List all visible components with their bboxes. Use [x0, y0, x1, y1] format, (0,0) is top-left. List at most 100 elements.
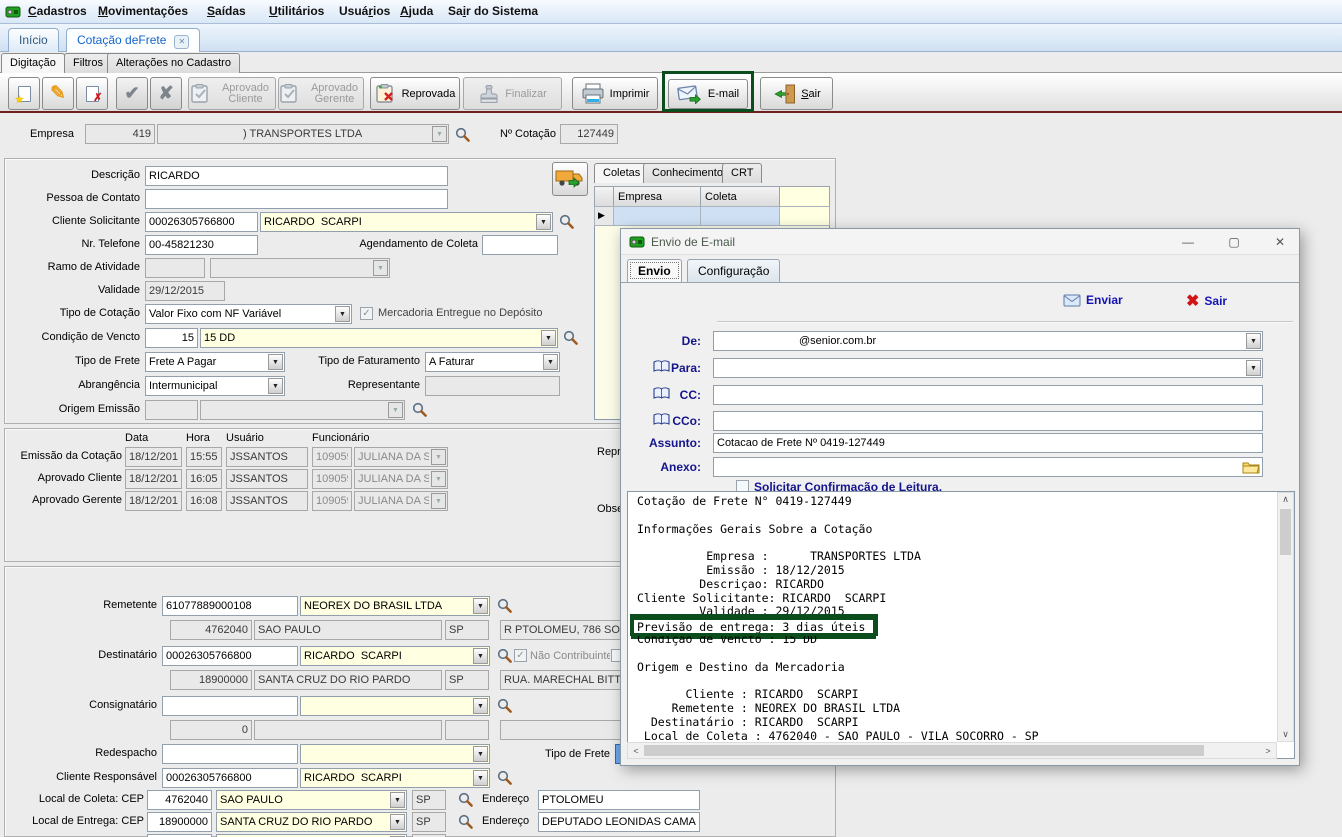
tab-alteracoes-no-cadastro[interactable]: Alterações no Cadastro — [107, 53, 240, 73]
search-icon[interactable] — [497, 598, 513, 614]
dialog-sair-button[interactable]: ✖ Sair — [1186, 291, 1227, 311]
entrega-cep-input[interactable]: 18900000 — [147, 812, 212, 832]
cc-input[interactable] — [713, 385, 1263, 405]
scroll-down-icon[interactable]: ∨ — [1278, 729, 1293, 740]
anexo-input[interactable] — [713, 457, 1263, 477]
menu-cadastros[interactable]: Cadastros — [28, 4, 87, 18]
destinatario-nome-combo[interactable]: RICARDO SCARPI▼ — [300, 646, 490, 666]
entrega-cidade-combo[interactable]: SANTA CRUZ DO RIO PARDO▼ — [216, 812, 407, 832]
coleta-endereco-input[interactable]: PTOLOMEU — [538, 790, 700, 810]
remetente-nome-combo[interactable]: NEOREX DO BRASIL LTDA▼ — [300, 596, 490, 616]
email-button[interactable]: E-mail — [668, 79, 748, 109]
horizontal-scrollbar[interactable]: < > — [627, 742, 1277, 759]
search-icon[interactable] — [458, 814, 474, 830]
chevron-down-icon[interactable]: ▼ — [1246, 360, 1261, 376]
vertical-scrollbar[interactable]: ∧ ∨ — [1277, 492, 1294, 742]
coleta-cep-input[interactable]: 4762040 — [147, 790, 212, 810]
enviar-button[interactable]: Enviar — [1063, 293, 1123, 307]
chevron-down-icon[interactable]: ▼ — [390, 814, 405, 830]
search-icon[interactable] — [497, 698, 513, 714]
search-icon[interactable] — [563, 330, 579, 346]
tab-configuracao[interactable]: Configuração — [687, 259, 780, 282]
pessoa-contato-input[interactable] — [145, 189, 448, 209]
destinatario-codigo-input[interactable]: 00026305766800 — [162, 646, 298, 666]
chevron-down-icon[interactable]: ▼ — [536, 214, 551, 230]
tab-crt[interactable]: CRT — [722, 163, 762, 183]
chevron-down-icon[interactable]: ▼ — [335, 306, 350, 322]
cliente-solicitante-codigo-input[interactable]: 00026305766800 — [145, 212, 258, 232]
sair-button[interactable]: Sair — [760, 77, 833, 110]
chevron-down-icon[interactable]: ▼ — [543, 354, 558, 370]
delete-button[interactable]: ✗ — [76, 77, 108, 110]
consignatario-nome-combo[interactable]: ▼ — [300, 696, 490, 716]
condicao-vencto-combo[interactable]: 15 DD▼ — [200, 328, 558, 348]
reprovada-button[interactable]: Reprovada — [370, 77, 460, 110]
row-marker-cell[interactable]: ▶ — [594, 206, 614, 226]
cancel-button[interactable]: ✘ — [150, 77, 182, 110]
cliente-solicitante-nome-combo[interactable]: RICARDO SCARPI▼ — [260, 212, 553, 232]
aprovado-cliente-button[interactable]: Aprovado Cliente — [188, 77, 276, 110]
consignatario-codigo-input[interactable] — [162, 696, 298, 716]
search-icon[interactable] — [497, 648, 513, 664]
entrega-endereco-input[interactable]: DEPUTADO LEONIDAS CAMARINHA — [538, 812, 700, 832]
chevron-down-icon[interactable]: ▼ — [390, 792, 405, 808]
menu-usuarios[interactable]: Usuários — [339, 4, 390, 18]
scrollbar-thumb[interactable] — [644, 745, 1204, 756]
tab-cotacao-de-frete[interactable]: Cotação deFrete✕ — [66, 28, 200, 52]
search-icon[interactable] — [458, 792, 474, 808]
menu-ajuda[interactable]: Ajuda — [400, 4, 433, 18]
scroll-right-icon[interactable]: > — [1262, 746, 1274, 756]
edit-button[interactable]: ✎ — [42, 77, 74, 110]
search-icon[interactable] — [412, 402, 428, 418]
chevron-down-icon[interactable]: ▼ — [473, 598, 488, 614]
chevron-down-icon[interactable]: ▼ — [473, 648, 488, 664]
scrollbar-thumb[interactable] — [1280, 509, 1291, 555]
menu-saidas[interactable]: Saídas — [207, 4, 246, 18]
enviar-coleta-button[interactable] — [552, 162, 588, 196]
search-icon[interactable] — [497, 770, 513, 786]
tipo-faturamento-combo[interactable]: A Faturar▼ — [425, 352, 560, 372]
new-record-button[interactable]: ★ — [8, 77, 40, 110]
chevron-down-icon[interactable]: ▼ — [473, 698, 488, 714]
chevron-down-icon[interactable]: ▼ — [268, 378, 283, 394]
minimize-icon[interactable]: — — [1171, 231, 1205, 253]
nr-telefone-input[interactable]: 00-45821230 — [145, 235, 258, 255]
aprovado-gerente-button[interactable]: Aprovado Gerente — [278, 77, 364, 110]
grid-header-coleta[interactable]: Coleta — [700, 186, 780, 207]
grid-row-empresa-cell[interactable] — [613, 206, 701, 226]
cco-input[interactable] — [713, 411, 1263, 431]
condicao-vencto-codigo-input[interactable]: 15 — [145, 328, 198, 348]
menu-movimentacoes[interactable]: Movimentações — [98, 4, 188, 18]
folder-icon[interactable] — [1242, 460, 1260, 474]
coleta-cidade-combo[interactable]: SAO PAULO▼ — [216, 790, 407, 810]
tab-inicio[interactable]: Início — [8, 28, 59, 52]
scroll-up-icon[interactable]: ∧ — [1278, 494, 1293, 505]
search-icon[interactable] — [455, 127, 471, 143]
chevron-down-icon[interactable]: ▼ — [473, 770, 488, 786]
abrangencia-combo[interactable]: Intermunicipal▼ — [145, 376, 285, 396]
remetente-codigo-input[interactable]: 61077889000108 — [162, 596, 298, 616]
de-combo[interactable]: @senior.com.br▼ — [713, 331, 1263, 351]
tipo-cotacao-combo[interactable]: Valor Fixo com NF Variável▼ — [145, 304, 352, 324]
redespacho-codigo-input[interactable] — [162, 744, 298, 764]
chevron-down-icon[interactable]: ▼ — [473, 746, 488, 762]
email-body-text[interactable]: Cotação de Frete N° 0419-127449 Informaç… — [627, 491, 1295, 759]
finalizar-button[interactable]: Finalizar — [463, 77, 562, 110]
imprimir-button[interactable]: Imprimir — [572, 77, 658, 110]
dialog-title-bar[interactable]: Envio de E-mail — ▢ ✕ — [621, 229, 1299, 255]
chevron-down-icon[interactable]: ▼ — [541, 330, 556, 346]
assunto-input[interactable]: Cotacao de Frete Nº 0419-127449 — [713, 433, 1263, 453]
chevron-down-icon[interactable]: ▼ — [268, 354, 283, 370]
descricao-input[interactable]: RICARDO — [145, 166, 448, 186]
tab-filtros[interactable]: Filtros — [64, 53, 112, 73]
tab-digitacao[interactable]: Digitação — [1, 53, 65, 73]
menu-sair-do-sistema[interactable]: Sair do Sistema — [448, 4, 538, 18]
menu-utilitarios[interactable]: Utilitários — [269, 4, 324, 18]
scroll-left-icon[interactable]: < — [630, 746, 642, 756]
tab-coletas[interactable]: Coletas — [594, 163, 649, 183]
cliente-responsavel-nome-combo[interactable]: RICARDO SCARPI▼ — [300, 768, 490, 788]
close-icon[interactable]: ✕ — [1263, 231, 1297, 253]
grid-row-coleta-cell[interactable] — [700, 206, 780, 226]
tipo-frete-combo[interactable]: Frete A Pagar▼ — [145, 352, 285, 372]
confirm-button[interactable]: ✔ — [116, 77, 148, 110]
